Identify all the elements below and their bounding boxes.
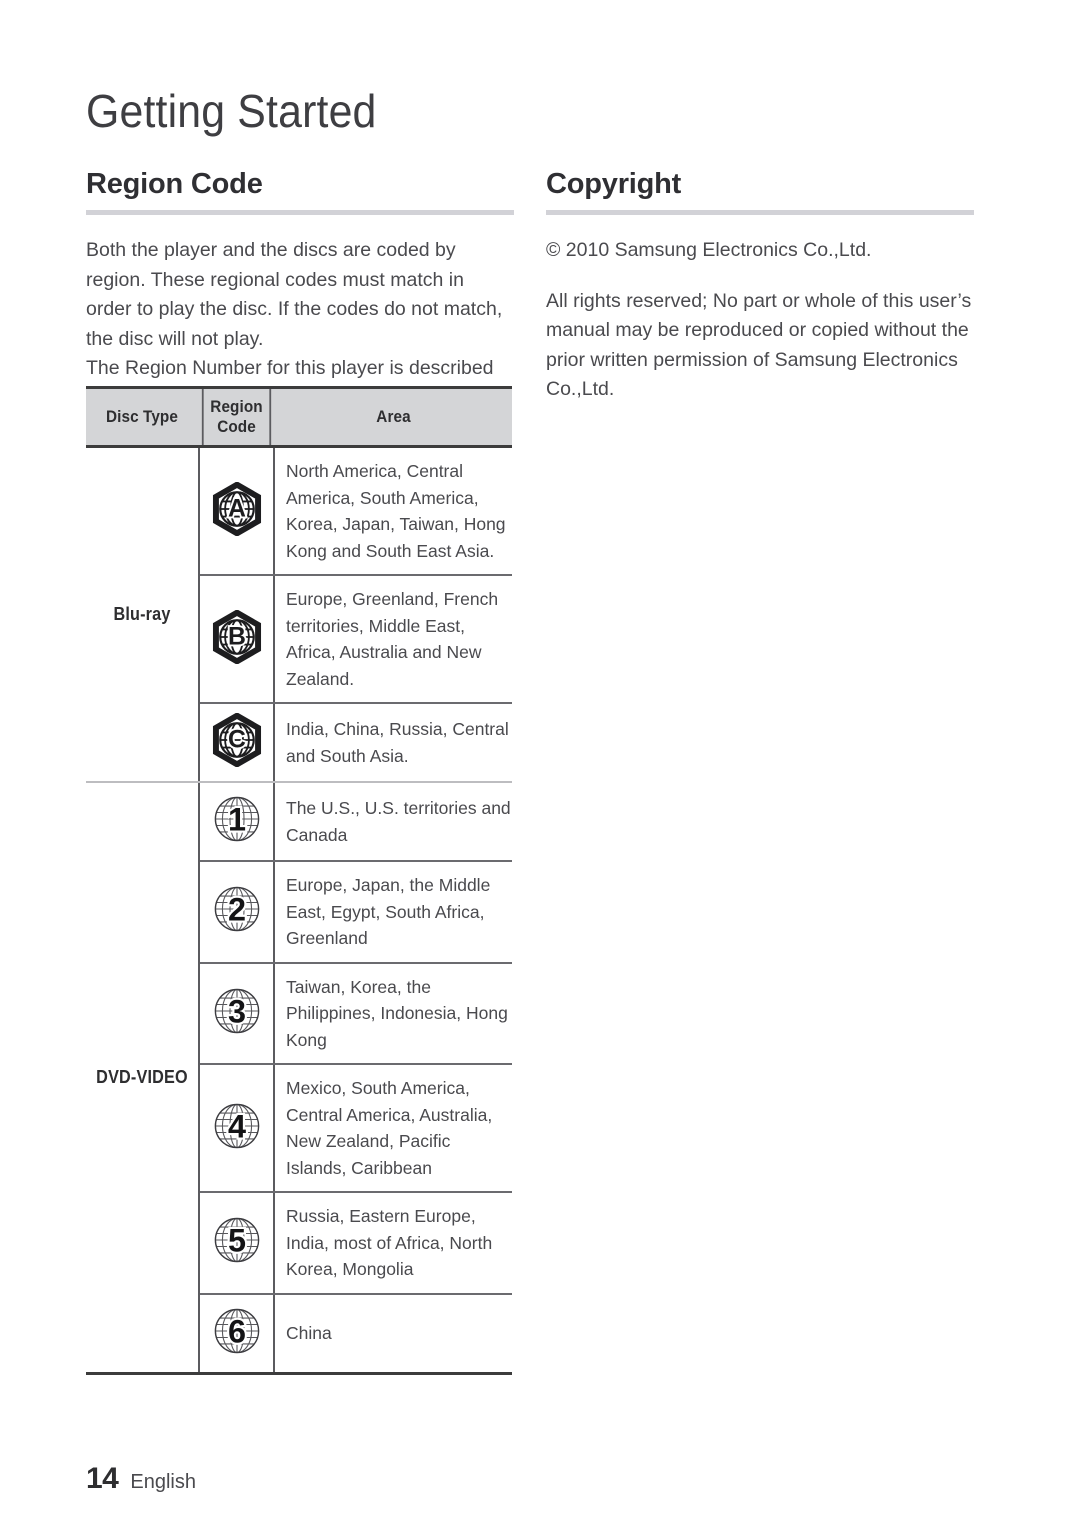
area-cell: Mexico, South America, Central America, … — [286, 1078, 493, 1178]
svg-text:4: 4 — [227, 1108, 245, 1144]
table-header-region-code-line1: Region — [210, 397, 263, 416]
table-row: 4 Mexico, South America, Central America… — [200, 1063, 512, 1191]
dvd-region-6-icon: 6 — [210, 1304, 264, 1363]
area-cell: Taiwan, Korea, the Philippines, Indonesi… — [286, 976, 508, 1050]
region-code-cell: A — [200, 448, 275, 574]
area-cell: The U.S., U.S. territories and Canada — [286, 798, 511, 845]
svg-text:6: 6 — [227, 1313, 245, 1349]
disc-type-rows: A North America, Central America, South … — [198, 448, 512, 781]
area-cell: China — [286, 1322, 332, 1343]
copyright-paragraph-2: All rights reserved; No part or whole of… — [546, 289, 972, 401]
copyright-heading-rule — [546, 210, 974, 216]
bluray-region-b-icon: B — [210, 608, 264, 669]
dvd-region-1-icon: 1 — [210, 792, 264, 851]
table-row: 5 Russia, Eastern Europe, India, most of… — [200, 1191, 512, 1293]
table-bottom-border — [86, 1371, 512, 1375]
bluray-region-c-icon: C — [210, 712, 264, 772]
table-header-region-code: Region Code — [201, 389, 272, 445]
bluray-region-a-icon: A — [210, 480, 264, 541]
table-row: A North America, Central America, South … — [200, 448, 512, 574]
region-code-cell: 5 — [200, 1193, 275, 1293]
page-number: 14 — [86, 1462, 119, 1495]
region-code-cell: 2 — [200, 862, 275, 962]
region-code-cell: C — [200, 704, 275, 781]
svg-text:2: 2 — [227, 892, 245, 928]
copyright-column: Copyright © 2010 Samsung Electronics Co.… — [546, 168, 974, 405]
dvd-region-2-icon: 2 — [210, 882, 264, 941]
region-code-table: Disc Type Region Code Area Blu-ray A Nor… — [86, 386, 512, 1375]
area-cell: Europe, Greenland, French territories, M… — [286, 589, 499, 689]
table-header-area: Area — [287, 389, 500, 445]
copyright-paragraph-1: © 2010 Samsung Electronics Co.,Ltd. — [546, 239, 872, 262]
region-code-cell: 4 — [200, 1065, 275, 1191]
region-code-column: Region Code Both the player and the disc… — [86, 168, 514, 413]
table-row: B Europe, Greenland, French territories,… — [200, 574, 512, 702]
svg-text:A: A — [228, 495, 246, 522]
region-code-heading-rule — [86, 210, 514, 216]
region-code-cell: 1 — [200, 783, 275, 860]
svg-text:3: 3 — [227, 993, 245, 1029]
table-row: 6 China — [200, 1292, 512, 1372]
table-header-region-code-line2: Code — [217, 417, 256, 436]
table-body: Blu-ray A North America, Central America… — [86, 448, 512, 1372]
table-row: 2 Europe, Japan, the Middle East, Egypt,… — [200, 860, 512, 962]
table-row: 3 Taiwan, Korea, the Philippines, Indone… — [200, 961, 512, 1063]
svg-text:B: B — [228, 623, 246, 650]
table-header-region-code-label: Region Code — [210, 397, 262, 437]
disc-type-rows: 1 The U.S., U.S. territories and Canada … — [198, 783, 512, 1372]
svg-text:1: 1 — [227, 802, 245, 838]
area-cell: North America, Central America, South Am… — [286, 461, 506, 561]
dvd-region-3-icon: 3 — [210, 984, 264, 1043]
table-header-disc-type: Disc Type — [92, 389, 193, 445]
disc-type-group: DVD-VIDEO 1 The U.S., U.S. territories a… — [86, 781, 512, 1372]
disc-type-group: Blu-ray A North America, Central America… — [86, 448, 512, 781]
region-code-heading: Region Code — [86, 168, 263, 200]
region-code-cell: B — [200, 576, 275, 702]
table-header-disc-type-label: Disc Type — [106, 407, 178, 426]
svg-text:C: C — [228, 727, 246, 754]
region-code-paragraph-1: Both the player and the discs are coded … — [86, 239, 503, 350]
disc-type-label: DVD-VIDEO — [96, 1066, 188, 1087]
dvd-region-4-icon: 4 — [210, 1099, 264, 1158]
region-code-cell: 3 — [200, 963, 275, 1063]
area-cell: Europe, Japan, the Middle East, Egypt, S… — [286, 875, 491, 948]
dvd-region-5-icon: 5 — [210, 1213, 264, 1272]
page-footer: 14 English — [86, 1462, 196, 1496]
copyright-heading: Copyright — [546, 168, 682, 200]
area-cell: India, China, Russia, Central and South … — [286, 719, 509, 766]
area-cell: Russia, Eastern Europe, India, most of A… — [286, 1206, 493, 1279]
page-language: English — [130, 1471, 196, 1493]
svg-text:5: 5 — [227, 1223, 245, 1259]
table-row: C India, China, Russia, Central and Sout… — [200, 702, 512, 781]
table-header-row: Disc Type Region Code Area — [86, 386, 512, 448]
chapter-title: Getting Started — [86, 85, 377, 137]
table-row: 1 The U.S., U.S. territories and Canada — [200, 783, 512, 860]
region-code-cell: 6 — [200, 1294, 275, 1372]
disc-type-label: Blu-ray — [113, 604, 171, 624]
table-header-area-label: Area — [376, 407, 411, 426]
